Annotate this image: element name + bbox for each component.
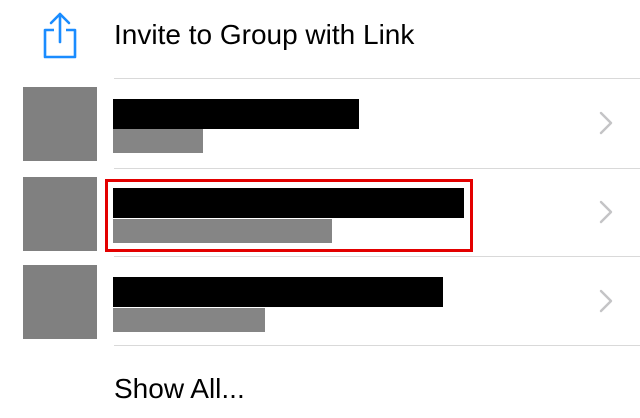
- avatar: [23, 177, 97, 251]
- avatar: [23, 265, 97, 339]
- avatar: [23, 87, 97, 161]
- divider: [114, 345, 640, 346]
- contact-name-redacted: [113, 99, 359, 129]
- contact-subtitle-redacted: [113, 308, 265, 332]
- invite-to-group-row[interactable]: Invite to Group with Link: [0, 0, 640, 78]
- highlight-box: [105, 179, 473, 252]
- chevron-right-icon: [599, 200, 613, 224]
- contact-subtitle-redacted: [113, 129, 203, 153]
- chevron-right-icon: [599, 111, 613, 135]
- contact-row-1[interactable]: [0, 79, 640, 167]
- contact-name-redacted: [113, 277, 443, 307]
- chevron-right-icon: [599, 289, 613, 313]
- share-icon: [43, 12, 77, 59]
- contact-row-3[interactable]: [0, 257, 640, 345]
- invite-to-group-label: Invite to Group with Link: [114, 19, 415, 50]
- show-all-link[interactable]: Show All...: [114, 372, 245, 406]
